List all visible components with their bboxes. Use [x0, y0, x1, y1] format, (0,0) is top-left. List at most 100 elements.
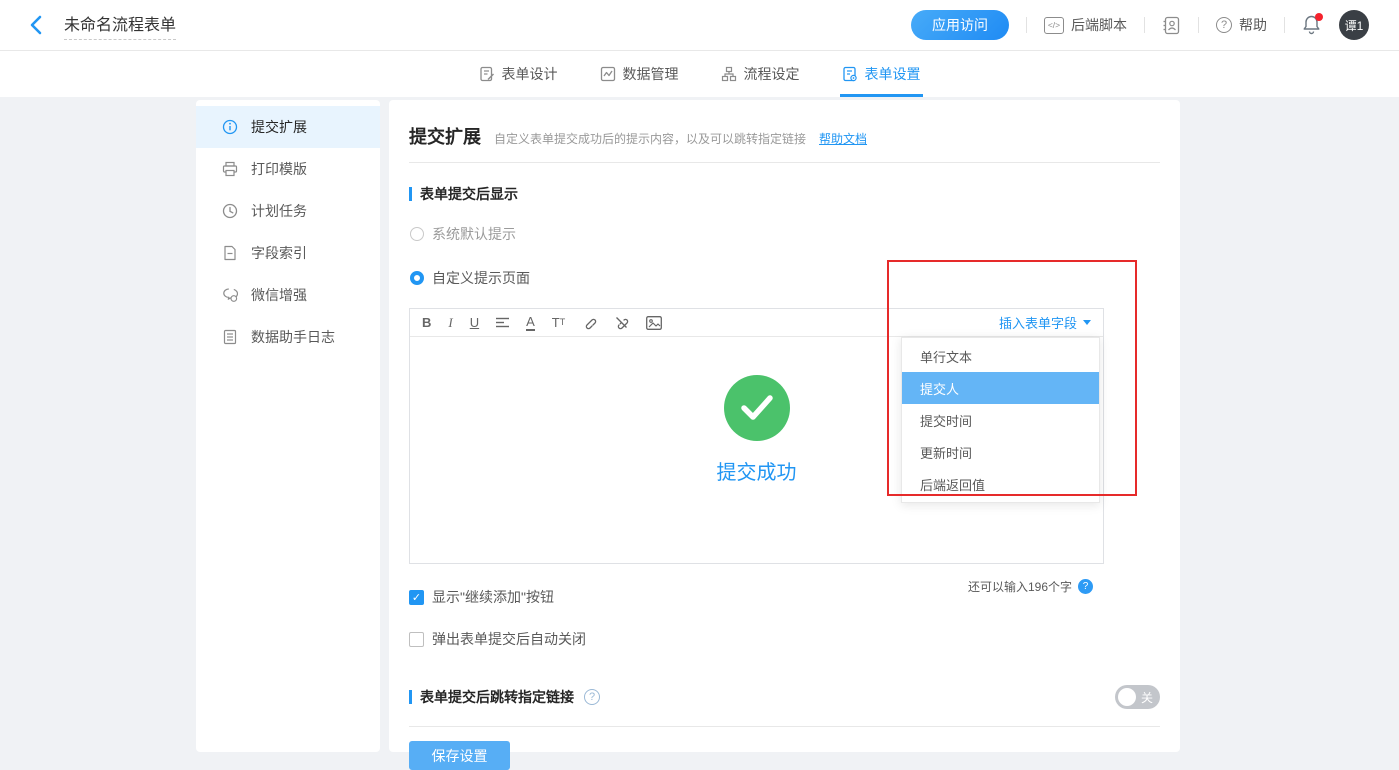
radio-custom-page[interactable]: 自定义提示页面 [410, 268, 1160, 288]
contacts-icon [1162, 16, 1181, 35]
topbar-actions: 应用访问 </> 后端脚本 ? 帮助 [911, 10, 1369, 40]
link-button[interactable] [582, 315, 597, 330]
checkbox-label: 弹出表单提交后自动关闭 [432, 629, 586, 649]
data-management-icon [600, 66, 616, 82]
settings-sidebar: 提交扩展 打印模版 计划任务 字段索引 微信增强 数据助手日志 [196, 100, 380, 752]
section-marker [409, 187, 412, 201]
tab-flow-settings[interactable]: 流程设定 [719, 51, 802, 97]
radio-icon-selected[interactable] [410, 271, 424, 285]
sidebar-item-label: 字段索引 [251, 243, 307, 263]
checkbox-auto-close[interactable]: 弹出表单提交后自动关闭 [409, 629, 1160, 649]
code-icon: </> [1044, 17, 1064, 34]
tab-label: 流程设定 [744, 64, 800, 84]
clock-icon [222, 203, 238, 219]
wechat-icon [222, 287, 238, 303]
separator [1198, 17, 1199, 33]
success-check-icon [724, 375, 790, 441]
sidebar-item-label: 数据助手日志 [251, 327, 335, 347]
section-marker [409, 690, 412, 704]
menu-item-update-time[interactable]: 更新时间 [902, 436, 1099, 468]
sidebar-item-print-template[interactable]: 打印模版 [196, 148, 380, 190]
counter-help-icon[interactable]: ? [1078, 579, 1093, 594]
help-label: 帮助 [1239, 15, 1267, 35]
contacts-button[interactable] [1162, 16, 1181, 35]
section-redirect-link: 表单提交后跳转指定链接 ? 关 [409, 685, 1160, 709]
redirect-help-icon[interactable]: ? [584, 689, 600, 705]
section-display-after-submit: 表单提交后显示 [409, 184, 1160, 204]
unlink-button[interactable] [614, 315, 629, 330]
sidebar-item-submit-extension[interactable]: 提交扩展 [196, 106, 380, 148]
sidebar-item-label: 打印模版 [251, 159, 307, 179]
separator [1026, 17, 1027, 33]
tab-form-settings[interactable]: 表单设置 [840, 51, 923, 97]
toggle-label: 关 [1141, 689, 1153, 706]
log-icon [222, 329, 238, 345]
separator [1144, 17, 1145, 33]
tab-form-design[interactable]: 表单设计 [477, 51, 560, 97]
radio-system-default[interactable]: 系统默认提示 [410, 224, 1160, 244]
radio-label: 自定义提示页面 [432, 268, 530, 288]
separator [1284, 17, 1285, 33]
redirect-toggle[interactable]: 关 [1115, 685, 1160, 709]
save-settings-button[interactable]: 保存设置 [409, 741, 510, 770]
editor-toolbar: B I U A TT 插入表单字段 [410, 309, 1103, 337]
char-counter-text: 还可以输入196个字 [968, 578, 1072, 595]
app-access-button[interactable]: 应用访问 [911, 10, 1009, 40]
menu-item-backend-return-value[interactable]: 后端返回值 [902, 468, 1099, 500]
radio-label: 系统默认提示 [432, 224, 516, 244]
notification-badge [1315, 13, 1323, 21]
sidebar-item-label: 微信增强 [251, 285, 307, 305]
char-counter: 还可以输入196个字 ? [968, 578, 1093, 595]
tab-label: 表单设计 [502, 64, 558, 84]
printer-icon [222, 161, 238, 177]
chevron-down-icon [1083, 320, 1091, 325]
insert-form-field-dropdown[interactable]: 插入表单字段 [999, 313, 1091, 332]
checkbox-unchecked-icon[interactable] [409, 632, 424, 647]
insert-field-menu: 单行文本 提交人 提交时间 更新时间 后端返回值 [901, 337, 1100, 503]
help-button[interactable]: ? 帮助 [1216, 15, 1267, 35]
sidebar-item-label: 提交扩展 [251, 117, 307, 137]
align-button[interactable] [496, 317, 509, 328]
radio-icon[interactable] [410, 227, 424, 241]
menu-item-submit-time[interactable]: 提交时间 [902, 404, 1099, 436]
section-title: 表单提交后显示 [420, 184, 518, 204]
avatar[interactable]: 谭1 [1339, 10, 1369, 40]
panel-header: 提交扩展 自定义表单提交成功后的提示内容，以及可以跳转指定链接 帮助文档 [409, 100, 1160, 163]
rich-text-editor: B I U A TT 插入表单字段 [409, 308, 1104, 564]
toggle-knob [1118, 688, 1136, 706]
backend-script-button[interactable]: </> 后端脚本 [1044, 15, 1127, 35]
top-bar: 未命名流程表单 应用访问 </> 后端脚本 ? 帮助 [0, 0, 1399, 51]
divider [409, 726, 1160, 727]
tab-label: 数据管理 [623, 64, 679, 84]
tab-label: 表单设置 [865, 64, 921, 84]
help-doc-link[interactable]: 帮助文档 [819, 130, 867, 147]
underline-button[interactable]: U [470, 316, 479, 329]
font-color-button[interactable]: A [526, 315, 535, 331]
form-design-icon [479, 66, 495, 82]
font-size-button[interactable]: TT [552, 316, 565, 329]
question-icon: ? [1216, 17, 1232, 33]
sidebar-item-data-assistant-log[interactable]: 数据助手日志 [196, 316, 380, 358]
italic-button[interactable]: I [448, 316, 452, 329]
page-title: 提交扩展 [409, 123, 481, 149]
sidebar-item-field-index[interactable]: 字段索引 [196, 232, 380, 274]
info-icon [222, 119, 238, 135]
insert-form-field-label: 插入表单字段 [999, 313, 1077, 332]
form-settings-icon [842, 66, 858, 82]
sidebar-item-scheduled-tasks[interactable]: 计划任务 [196, 190, 380, 232]
form-title[interactable]: 未命名流程表单 [64, 11, 176, 40]
page-subtitle: 自定义表单提交成功后的提示内容，以及可以跳转指定链接 [494, 130, 806, 147]
flow-settings-icon [721, 66, 737, 82]
section-title: 表单提交后跳转指定链接 [420, 687, 574, 707]
bold-button[interactable]: B [422, 316, 431, 329]
menu-item-submitter[interactable]: 提交人 [902, 372, 1099, 404]
menu-item-single-line-text[interactable]: 单行文本 [902, 340, 1099, 372]
backend-script-label: 后端脚本 [1071, 15, 1127, 35]
image-button[interactable] [646, 316, 662, 330]
sidebar-item-label: 计划任务 [251, 201, 307, 221]
notification-bell-icon[interactable] [1302, 14, 1322, 36]
sidebar-item-wechat-enhance[interactable]: 微信增强 [196, 274, 380, 316]
main-panel: 提交扩展 自定义表单提交成功后的提示内容，以及可以跳转指定链接 帮助文档 表单提… [389, 100, 1180, 752]
back-icon[interactable] [26, 14, 48, 36]
tab-data-management[interactable]: 数据管理 [598, 51, 681, 97]
